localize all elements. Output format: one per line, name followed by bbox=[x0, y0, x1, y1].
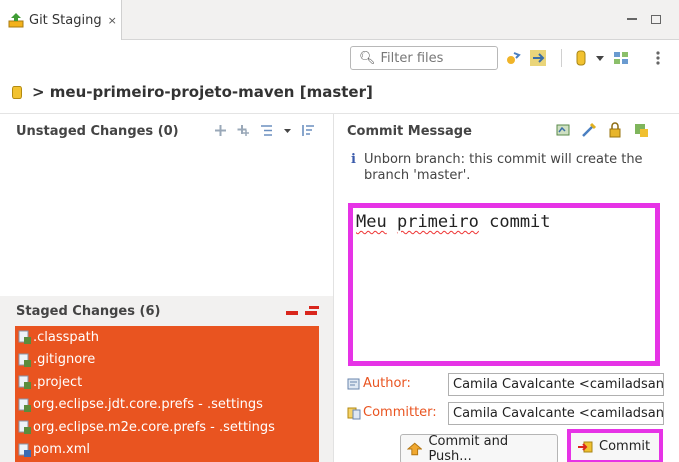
toolbar-separator bbox=[561, 49, 562, 67]
commit-message-section: Commit Message i Unborn branch: this com… bbox=[335, 114, 679, 462]
filter-placeholder: Filter files bbox=[380, 50, 444, 66]
list-item[interactable]: pom.xml bbox=[15, 439, 319, 462]
message-word: commit bbox=[489, 212, 551, 232]
commit-message-text: Meu primeiro commit bbox=[356, 212, 551, 232]
file-icon bbox=[18, 375, 31, 390]
staged-file-name: .project bbox=[33, 374, 83, 390]
chevron-down-icon[interactable] bbox=[283, 124, 292, 137]
add-change-id-icon[interactable] bbox=[633, 122, 649, 138]
amend-icon[interactable] bbox=[581, 122, 597, 138]
maximize-icon[interactable] bbox=[650, 14, 662, 24]
view-tabbar: Git Staging × bbox=[0, 0, 679, 40]
close-icon[interactable]: × bbox=[108, 14, 117, 27]
unborn-branch-info: i Unborn branch: this commit will create… bbox=[351, 152, 667, 184]
git-staging-icon bbox=[8, 12, 24, 28]
committer-field[interactable]: Camila Cavalcante <camiladsan bbox=[448, 402, 664, 425]
tab-git-staging[interactable]: Git Staging × bbox=[0, 0, 122, 40]
signed-off-icon[interactable] bbox=[555, 122, 571, 138]
stage-icon[interactable] bbox=[214, 124, 227, 137]
chevron-down-icon[interactable] bbox=[592, 50, 608, 66]
repository-icon[interactable] bbox=[573, 50, 589, 66]
committer-icon bbox=[347, 407, 361, 419]
search-icon: 🔍︎ bbox=[359, 50, 376, 66]
unstage-icon[interactable] bbox=[286, 310, 298, 316]
refresh-icon[interactable] bbox=[505, 50, 521, 66]
file-icon bbox=[18, 353, 31, 367]
list-item[interactable]: .classpath bbox=[15, 326, 319, 349]
staging-toolbar: 🔍︎ Filter files bbox=[0, 40, 679, 76]
staged-file-name: org.eclipse.jdt.core.prefs - .settings bbox=[33, 397, 263, 413]
author-field[interactable]: Camila Cavalcante <camiladsan bbox=[448, 373, 664, 396]
committer-label: Committer: bbox=[347, 405, 437, 420]
info-icon: i bbox=[351, 152, 356, 167]
file-icon bbox=[18, 398, 31, 412]
staged-header: Staged Changes (6) bbox=[16, 304, 161, 319]
staged-file-name: .gitignore bbox=[33, 352, 96, 368]
tree-view-icon[interactable] bbox=[260, 124, 273, 137]
commit-message-input[interactable]: Meu primeiro commit bbox=[348, 203, 660, 366]
commit-header: Commit Message bbox=[347, 124, 472, 139]
staged-file-name: .classpath bbox=[33, 329, 99, 345]
file-icon bbox=[18, 330, 31, 345]
message-word: primeiro bbox=[396, 212, 479, 232]
author-icon bbox=[347, 378, 360, 389]
author-label-text: Author: bbox=[363, 376, 411, 391]
unstaged-header: Unstaged Changes (0) bbox=[16, 124, 179, 139]
unstage-all-icon[interactable] bbox=[305, 305, 319, 317]
maven-file-icon bbox=[18, 443, 31, 457]
list-item[interactable]: .gitignore bbox=[15, 349, 319, 372]
info-text: Unborn branch: this commit will create t… bbox=[363, 152, 643, 183]
push-icon bbox=[407, 442, 423, 456]
filter-files-input[interactable]: 🔍︎ Filter files bbox=[350, 46, 498, 70]
unstaged-actions bbox=[214, 124, 315, 137]
commit-and-push-label: Commit and Push... bbox=[428, 434, 509, 462]
repository-title: > meu-primeiro-projeto-maven [master] bbox=[12, 80, 373, 104]
staged-files-list[interactable]: .classpath .gitignore .project org.eclip… bbox=[15, 326, 319, 462]
staged-file-name: org.eclipse.m2e.core.prefs - .settings bbox=[33, 419, 275, 435]
commit-actions bbox=[555, 122, 649, 138]
staged-file-name: pom.xml bbox=[33, 442, 90, 458]
commit-and-push-button[interactable]: Commit and Push... bbox=[400, 434, 558, 462]
sort-icon[interactable] bbox=[302, 124, 315, 137]
list-item[interactable]: org.eclipse.jdt.core.prefs - .settings bbox=[15, 394, 319, 417]
list-item[interactable]: .project bbox=[15, 371, 319, 394]
tab-title: Git Staging bbox=[29, 12, 102, 28]
author-label: Author: bbox=[347, 376, 411, 391]
link-selection-icon[interactable] bbox=[530, 50, 546, 66]
lock-icon[interactable] bbox=[607, 122, 623, 138]
commit-button[interactable]: Commit bbox=[567, 429, 663, 462]
repository-icon bbox=[12, 85, 22, 99]
stage-all-icon[interactable] bbox=[237, 124, 250, 137]
file-icon bbox=[18, 420, 31, 435]
minimize-icon[interactable] bbox=[626, 14, 638, 24]
commit-icon bbox=[578, 441, 593, 452]
commit-label: Commit bbox=[599, 439, 651, 454]
unstaged-changes-section: Unstaged Changes (0) bbox=[0, 114, 334, 296]
view-menu-icon[interactable] bbox=[650, 50, 666, 66]
staged-changes-section: Staged Changes (6) .classpath .gitignore… bbox=[0, 296, 334, 462]
list-item[interactable]: org.eclipse.m2e.core.prefs - .settings bbox=[15, 416, 319, 439]
repository-name: > meu-primeiro-projeto-maven [master] bbox=[32, 83, 373, 101]
committer-label-text: Committer: bbox=[363, 405, 437, 420]
message-word: Meu bbox=[356, 212, 387, 232]
presentation-icon[interactable] bbox=[613, 50, 629, 66]
